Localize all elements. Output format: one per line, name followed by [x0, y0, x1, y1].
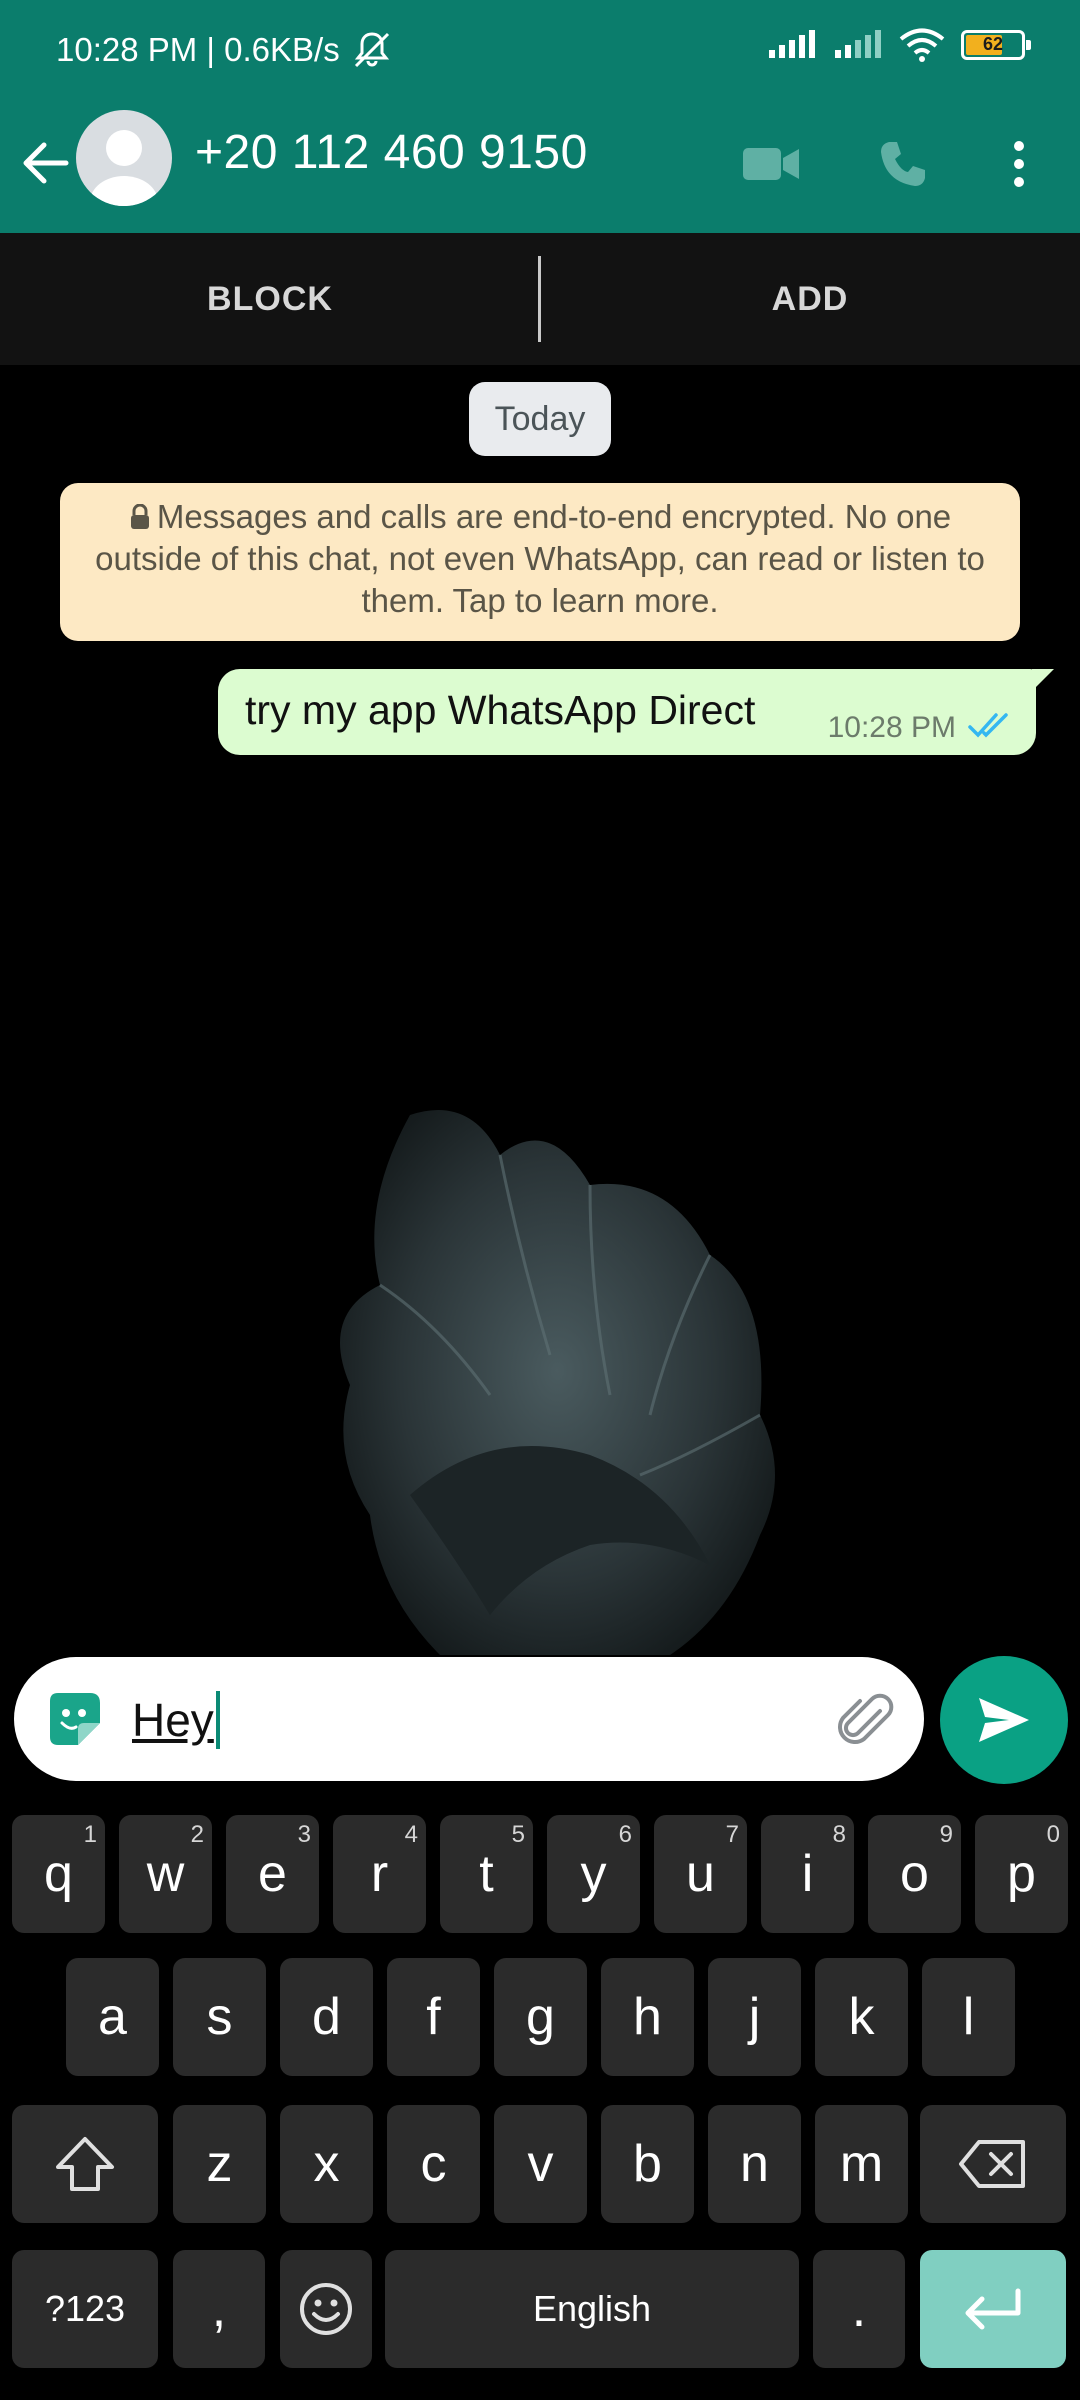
shift-key[interactable]	[12, 2105, 158, 2223]
key-q[interactable]: q1	[12, 1815, 105, 1933]
betta-fish-wallpaper	[340, 1110, 775, 1655]
signal-2-icon	[835, 30, 881, 58]
unknown-contact-actions: BLOCK ADD	[0, 233, 1080, 365]
key-label: e	[258, 1845, 287, 1903]
key-e[interactable]: e3	[226, 1815, 319, 1933]
key-hint: 5	[511, 1821, 525, 1848]
more-vert-icon	[1014, 141, 1024, 187]
block-button[interactable]: BLOCK	[0, 233, 540, 365]
send-button[interactable]	[940, 1656, 1068, 1784]
key-label: y	[580, 1845, 607, 1903]
comma-key[interactable]: ,	[173, 2250, 265, 2368]
key-t[interactable]: t5	[440, 1815, 533, 1933]
double-check-icon	[968, 713, 1008, 738]
key-n[interactable]: n	[708, 2105, 801, 2223]
period-key[interactable]: .	[813, 2250, 905, 2368]
chat-area[interactable]: Today Messages and calls are end-to-end …	[0, 365, 1080, 1655]
outgoing-message[interactable]: try my app WhatsApp Direct 10:28 PM	[218, 669, 1054, 755]
key-r[interactable]: r4	[333, 1815, 426, 1933]
space-key[interactable]: English	[385, 2250, 799, 2368]
key-hint: 6	[618, 1821, 632, 1848]
voice-call-button[interactable]	[868, 129, 938, 199]
add-contact-button[interactable]: ADD	[540, 233, 1080, 365]
avatar[interactable]	[76, 110, 172, 206]
text-cursor	[215, 1690, 220, 1749]
key-k[interactable]: k	[815, 1958, 908, 2076]
key-a[interactable]: a	[66, 1958, 159, 2076]
key-hint: 0	[1046, 1821, 1060, 1848]
key-label: t	[479, 1845, 494, 1903]
key-hint: 8	[832, 1821, 846, 1848]
message-composer[interactable]: Hey	[14, 1657, 924, 1781]
paperclip-icon[interactable]	[832, 1687, 896, 1751]
key-f[interactable]: f	[387, 1958, 480, 2076]
chat-header: +20 112 460 9150	[0, 105, 1080, 233]
status-time: 10:28 PM | 0.6KB/s	[56, 31, 340, 68]
symbols-key[interactable]: ?123	[12, 2250, 158, 2368]
shift-icon	[56, 2137, 114, 2191]
key-b[interactable]: b	[601, 2105, 694, 2223]
key-label: w	[146, 1845, 185, 1903]
key-v[interactable]: v	[494, 2105, 587, 2223]
wifi-icon	[899, 28, 945, 62]
message-input[interactable]: Hey	[132, 1690, 220, 1753]
key-hint: 3	[297, 1821, 311, 1848]
battery-level: 62	[982, 34, 1004, 54]
message-time: 10:28 PM	[827, 711, 956, 744]
key-label: q	[44, 1845, 73, 1903]
backspace-key[interactable]	[920, 2105, 1066, 2223]
send-icon	[979, 1698, 1029, 1742]
key-d[interactable]: d	[280, 1958, 373, 2076]
encryption-notice[interactable]: Messages and calls are end-to-end encryp…	[60, 483, 1020, 641]
contact-name[interactable]: +20 112 460 9150	[195, 125, 588, 180]
enter-key[interactable]	[920, 2250, 1066, 2368]
key-hint: 4	[404, 1821, 418, 1848]
sticker-icon[interactable]	[42, 1687, 106, 1751]
key-label: u	[686, 1845, 715, 1903]
video-camera-icon	[743, 148, 799, 180]
mute-bell-icon	[354, 32, 389, 68]
date-chip: Today	[469, 382, 611, 456]
key-g[interactable]: g	[494, 1958, 587, 2076]
phone-icon	[881, 142, 925, 186]
key-j[interactable]: j	[708, 1958, 801, 2076]
key-label: o	[900, 1845, 929, 1903]
key-p[interactable]: p0	[975, 1815, 1068, 1933]
default-avatar-icon	[90, 130, 158, 206]
key-z[interactable]: z	[173, 2105, 266, 2223]
key-label: r	[370, 1845, 389, 1903]
key-y[interactable]: y6	[547, 1815, 640, 1933]
enter-icon	[965, 2288, 1021, 2330]
signal-icon	[769, 30, 815, 58]
message-text: try my app WhatsApp Direct	[245, 687, 756, 733]
key-c[interactable]: c	[387, 2105, 480, 2223]
key-w[interactable]: w2	[119, 1815, 212, 1933]
battery-icon: 62	[961, 30, 1031, 60]
key-u[interactable]: u7	[654, 1815, 747, 1933]
key-s[interactable]: s	[173, 1958, 266, 2076]
key-m[interactable]: m	[815, 2105, 908, 2223]
input-value: Hey	[132, 1694, 214, 1746]
key-l[interactable]: l	[922, 1958, 1015, 2076]
key-label: p	[1007, 1845, 1036, 1903]
keyboard: q1w2e3r4t5y6u7i8o9p0 asdfghjkl zxcvbnm ?…	[0, 1790, 1080, 2400]
key-hint: 2	[190, 1821, 204, 1848]
backspace-icon	[959, 2140, 1025, 2188]
status-bar: 10:28 PM | 0.6KB/s 62	[0, 0, 1080, 105]
more-options-button[interactable]	[984, 129, 1054, 199]
key-x[interactable]: x	[280, 2105, 373, 2223]
key-hint: 1	[83, 1821, 97, 1848]
encryption-text: Messages and calls are end-to-end encryp…	[95, 498, 985, 619]
key-label: i	[801, 1845, 814, 1903]
emoji-key[interactable]	[280, 2250, 372, 2368]
key-hint: 9	[939, 1821, 953, 1848]
video-call-button[interactable]	[736, 129, 806, 199]
key-h[interactable]: h	[601, 1958, 694, 2076]
key-o[interactable]: o9	[868, 1815, 961, 1933]
lock-icon	[130, 503, 149, 529]
emoji-icon	[300, 2283, 352, 2335]
back-arrow-icon[interactable]	[16, 133, 76, 193]
key-i[interactable]: i8	[761, 1815, 854, 1933]
key-hint: 7	[725, 1821, 739, 1848]
